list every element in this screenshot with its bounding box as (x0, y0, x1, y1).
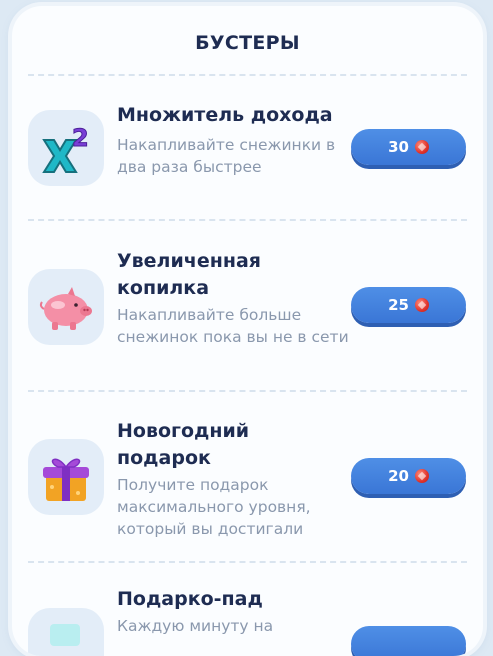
gem-icon (414, 469, 429, 483)
buy-income-multiplier-button[interactable]: 30 (351, 129, 466, 165)
booster-title: Множитель дохода (117, 104, 333, 126)
price-label: 25 (388, 296, 409, 314)
divider (28, 390, 467, 392)
panel-title: БУСТЕРЫ (195, 32, 300, 54)
x2-multiplier-icon: 2 (28, 110, 104, 186)
price-label: 20 (388, 467, 409, 485)
piggy-bank-icon (28, 269, 104, 345)
svg-text:2: 2 (72, 124, 89, 152)
price-label: 30 (388, 138, 409, 156)
booster-description: Каждую минуту на (117, 617, 274, 635)
booster-description: Накапливайте больше снежинок пока вы не … (117, 306, 349, 346)
boosters-panel: БУСТЕРЫ 2 Множитель дохода Накапливайте … (12, 6, 483, 656)
buy-piggy-bank-button[interactable]: 25 (351, 287, 466, 323)
gem-icon (414, 140, 429, 154)
buy-gift-fall-button[interactable] (351, 626, 466, 656)
gift-fall-icon (28, 608, 104, 656)
gem-icon (414, 298, 429, 312)
booster-title: Увеличенная копилка (117, 250, 261, 299)
divider (28, 561, 467, 563)
buy-new-year-gift-button[interactable]: 20 (351, 458, 466, 494)
gift-box-icon (28, 439, 104, 515)
booster-title: Новогодний подарок (117, 420, 250, 469)
booster-title: Подарко-пад (117, 588, 263, 610)
divider (28, 219, 467, 221)
booster-description: Получите подарок максимального уровня, к… (117, 476, 311, 538)
booster-description: Накапливайте снежинки в два раза быстрее (117, 136, 336, 176)
divider (28, 74, 467, 76)
